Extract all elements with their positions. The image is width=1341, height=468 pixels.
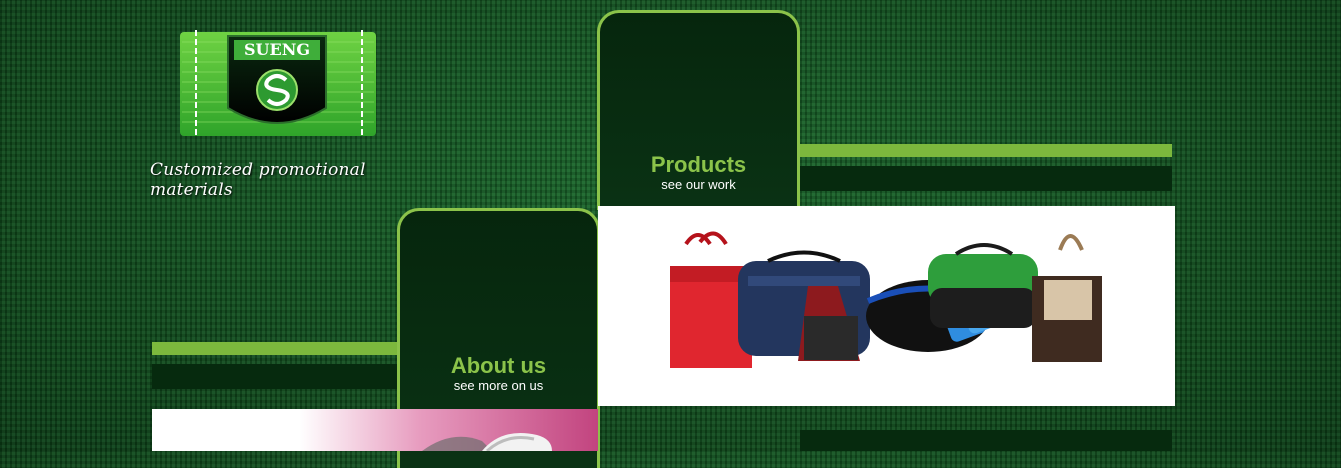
- brand-name: SUENG: [244, 40, 310, 59]
- brand-tagline: Customized promotional materials: [150, 160, 366, 200]
- tab-products-subtitle[interactable]: see our work: [600, 177, 797, 193]
- tab-about-subtitle[interactable]: see more on us: [400, 378, 597, 394]
- divider-bar: [800, 144, 1172, 157]
- tab-about-title[interactable]: About us: [400, 354, 597, 378]
- divider-bar-shadow: [800, 166, 1172, 191]
- brand-logo[interactable]: SUENG: [178, 28, 378, 140]
- tab-products-title[interactable]: Products: [600, 153, 797, 177]
- about-image-panel[interactable]: [152, 409, 598, 451]
- divider-bar-shadow: [800, 430, 1172, 451]
- products-image-panel[interactable]: [598, 206, 1175, 406]
- divider-bar: [152, 342, 397, 355]
- tab-products[interactable]: Products see our work: [597, 10, 800, 210]
- divider-bar-shadow: [152, 364, 397, 389]
- pink-product-image: [422, 433, 552, 451]
- promotional-bags-image: [670, 231, 1102, 368]
